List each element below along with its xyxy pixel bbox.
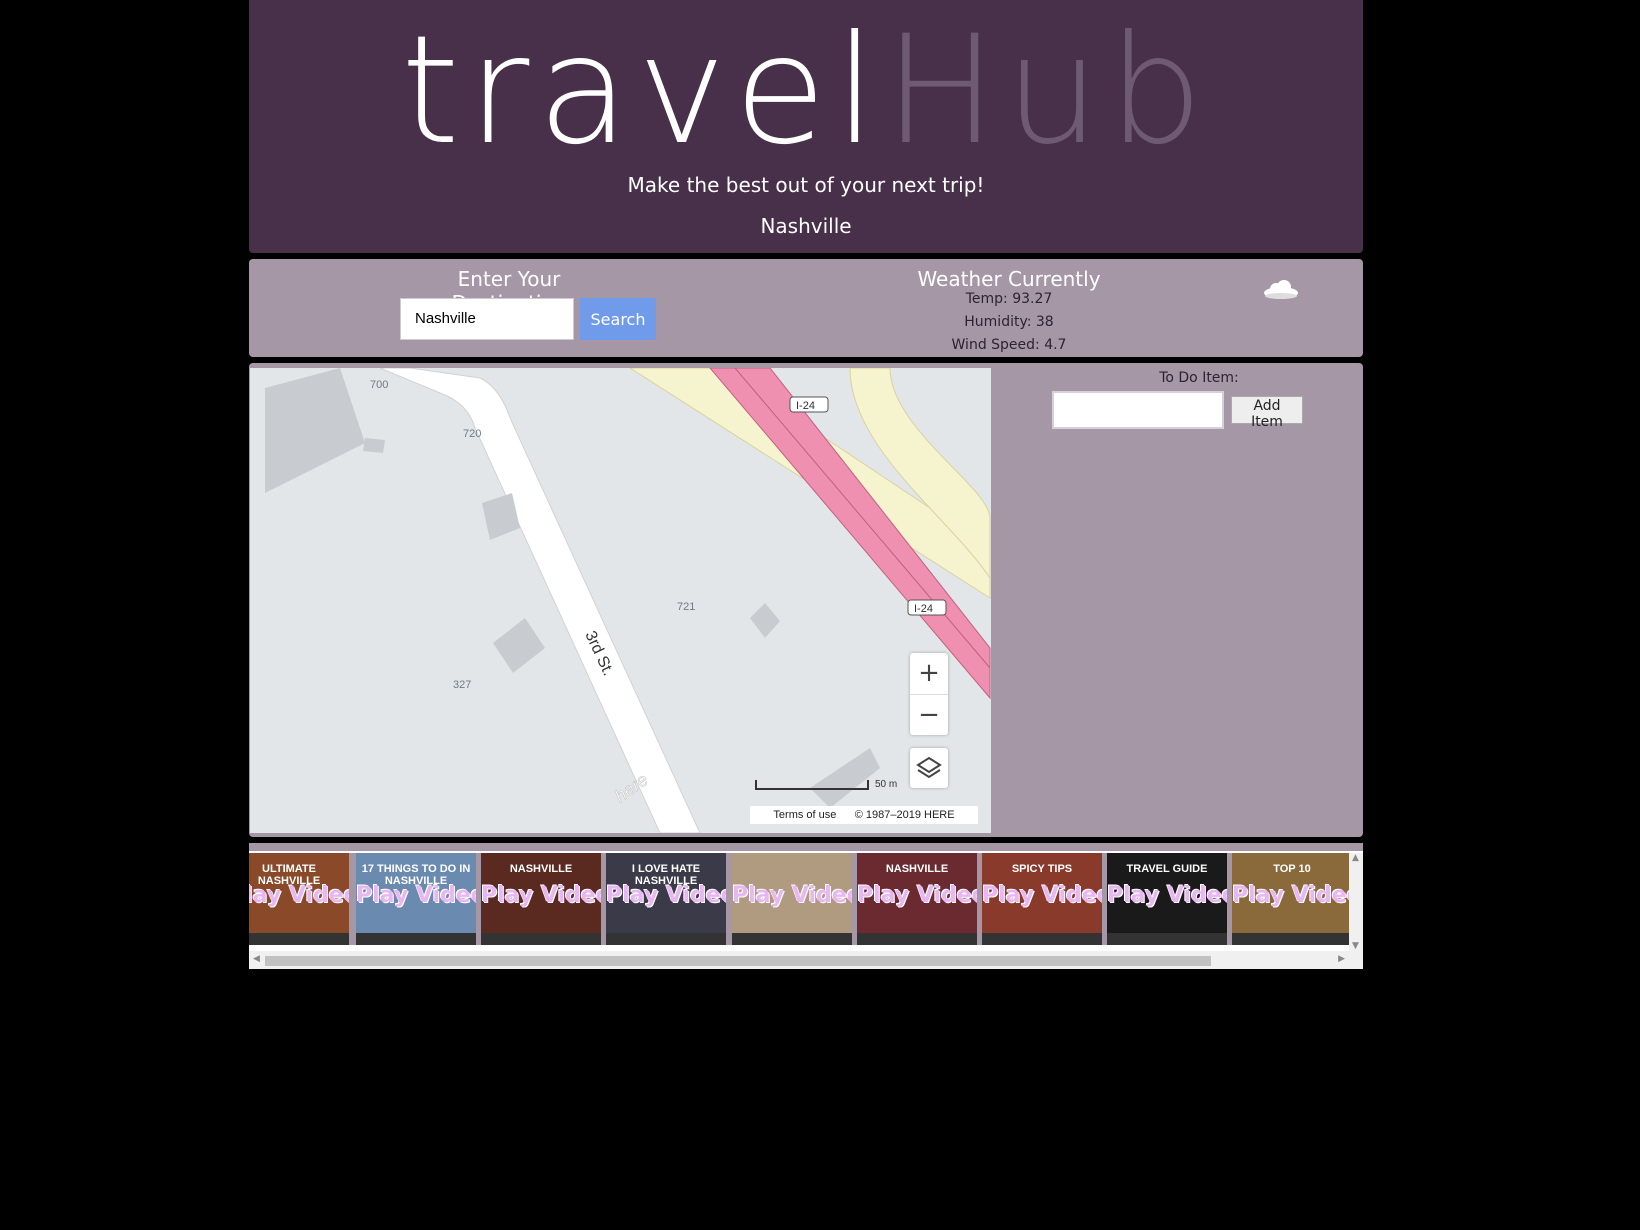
play-video-label[interactable]: Play Video (982, 883, 1102, 908)
video-thumbnail[interactable]: TOP 10 Play Video (1232, 853, 1349, 945)
video-thumbnail[interactable]: NASHVILLE Play Video (857, 853, 977, 945)
layers-icon (916, 756, 942, 779)
video-thumbnail[interactable]: SPICY TIPS Play Video (982, 853, 1102, 945)
map-label-721: 721 (677, 601, 695, 613)
play-video-label[interactable]: Play Video (732, 883, 852, 908)
video-thumbnail-caption: NASHVILLE (885, 863, 949, 875)
map-canvas: 700 720 721 327 3rd St. I-24 I-24 here (250, 368, 991, 833)
current-city: Nashville (760, 214, 852, 238)
horizontal-scroll-thumb[interactable] (265, 956, 1211, 966)
todo-input[interactable] (1052, 391, 1224, 429)
video-strip-bar (249, 843, 1363, 851)
destination-input-value: Nashville (415, 310, 476, 327)
video-thumbnail[interactable]: TRAVEL GUIDE Play Video (1107, 853, 1227, 945)
video-thumbnails: ULTIMATE NASHVILLEPlay Video17 THINGS TO… (249, 853, 1349, 945)
play-video-label[interactable]: Play Video (857, 883, 977, 908)
video-thumbnail[interactable]: ULTIMATE NASHVILLEPlay Video (249, 853, 349, 945)
logo: travelHub (249, 6, 1363, 176)
vertical-scrollbar[interactable]: ▲ ▼ (1349, 853, 1363, 951)
cloud-icon (1263, 273, 1299, 308)
video-thumbnail-caption: TRAVEL GUIDE (1126, 863, 1208, 875)
search-button[interactable]: Search (580, 298, 656, 340)
video-thumbnail-caption: NASHVILLE (509, 863, 573, 875)
video-strip: ULTIMATE NASHVILLEPlay Video17 THINGS TO… (249, 843, 1363, 969)
play-video-label[interactable]: Play Video (606, 883, 726, 908)
map-label-highway-2: I-24 (914, 603, 933, 615)
scroll-down-icon[interactable]: ▼ (1352, 941, 1359, 951)
video-thumbnail[interactable]: 17 THINGS TO DO IN NASHVILLE Play Video (356, 853, 476, 945)
map-label-highway-1: I-24 (796, 400, 815, 412)
video-thumbnail-caption: TOP 10 (1273, 863, 1311, 875)
scroll-right-icon[interactable]: ▶ (1338, 954, 1345, 964)
play-video-label[interactable]: Play Video (356, 883, 476, 908)
map-label-700: 700 (370, 379, 388, 391)
weather-title: Weather Currently (917, 267, 1101, 291)
site-header: travelHub Make the best out of your next… (249, 0, 1363, 253)
map-footer: Terms of use © 1987–2019 HERE (750, 806, 978, 824)
add-item-button[interactable]: Add Item (1231, 396, 1303, 430)
map-copyright: © 1987–2019 HERE (854, 809, 955, 821)
play-video-label[interactable]: Play Video (1232, 883, 1349, 908)
play-video-label[interactable]: Play Video (1107, 883, 1227, 908)
todo-label: To Do Item: (1159, 370, 1239, 386)
horizontal-scrollbar[interactable]: ◀ ▶ (249, 951, 1363, 969)
video-thumbnail-caption: SPICY TIPS (1011, 863, 1073, 875)
play-video-label[interactable]: Play Video (481, 883, 601, 908)
main-content: 700 720 721 327 3rd St. I-24 I-24 here +… (249, 363, 1363, 837)
weather-humidity: Humidity: 38 (964, 314, 1054, 330)
map[interactable]: 700 720 721 327 3rd St. I-24 I-24 here +… (250, 368, 991, 833)
destination-input[interactable]: Nashville (400, 298, 574, 340)
play-video-label[interactable]: Play Video (249, 883, 349, 908)
video-thumbnail[interactable]: Play Video (732, 853, 852, 945)
zoom-control: + − (910, 653, 948, 735)
scroll-up-icon[interactable]: ▲ (1352, 853, 1359, 863)
scroll-left-icon[interactable]: ◀ (253, 954, 260, 964)
map-scale-label: 50 m (875, 779, 898, 790)
weather-temp: Temp: 93.27 (965, 291, 1053, 307)
logo-hub: Hub (884, 4, 1212, 178)
map-label-327: 327 (453, 679, 471, 691)
terms-link[interactable]: Terms of use (773, 809, 836, 821)
tagline: Make the best out of your next trip! (627, 173, 985, 197)
zoom-in-button[interactable]: + (910, 653, 948, 694)
weather-wind: Wind Speed: 4.7 (951, 337, 1067, 353)
map-scale-bar (755, 780, 869, 790)
logo-travel: travel (400, 4, 885, 178)
layers-button[interactable] (910, 748, 948, 788)
video-thumbnail[interactable]: NASHVILLE Play Video (481, 853, 601, 945)
search-weather-panel: Enter Your Destination Nashville Search … (249, 259, 1363, 357)
map-label-720: 720 (463, 428, 481, 440)
video-thumbnail[interactable]: I LOVE HATE NASHVILLE Play Video (606, 853, 726, 945)
zoom-out-button[interactable]: − (910, 694, 948, 736)
